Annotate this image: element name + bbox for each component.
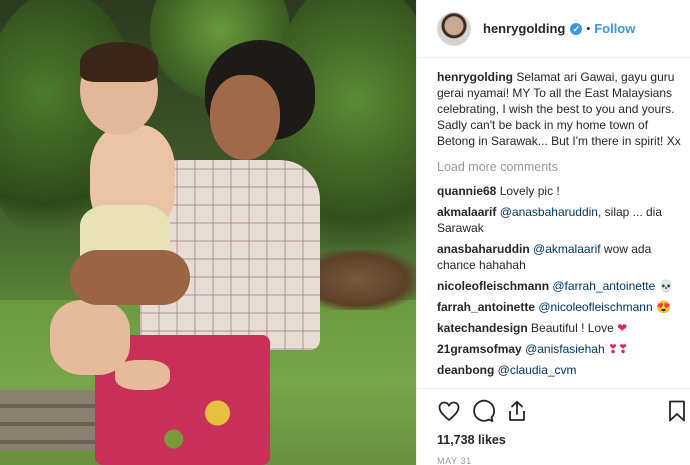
photo-baby-hair (80, 42, 158, 82)
photo-woman-face (210, 75, 280, 160)
photo-baby-foot (115, 360, 170, 390)
comment-mention[interactable]: @anasbaharuddin (500, 205, 598, 219)
likes-count[interactable]: 11,738 likes (437, 433, 677, 447)
comment-item: 21gramsofmay @anisfasiehah ❣❣ (437, 341, 681, 357)
post-header: henrygolding ✓ • Follow (417, 0, 690, 58)
action-icon-row (431, 395, 685, 429)
verified-badge-icon: ✓ (570, 22, 583, 35)
comment-bubble-icon[interactable] (471, 399, 495, 423)
comment-author[interactable]: 21gramsofmay (437, 342, 522, 356)
heart-icon[interactable] (437, 399, 461, 423)
red-heart-emoji-icon: ❤ (617, 321, 628, 335)
comment-author[interactable]: deanbong (437, 363, 494, 377)
comment-author[interactable]: katechandesign (437, 321, 528, 335)
heart-exclamation-emoji-icon: ❣❣ (607, 342, 629, 356)
comment-mention[interactable]: @akmalaarif (533, 242, 601, 256)
comment-item: nicoleofleischmann @farrah_antoinette 💀 (437, 278, 681, 294)
comment-author[interactable]: farrah_antoinette (437, 300, 535, 314)
share-icon[interactable] (505, 399, 529, 423)
post-date: MAY 31 (437, 456, 472, 465)
comment-item: farrah_antoinette @nicoleofleischmann 😍 (437, 299, 681, 315)
load-more-comments-button[interactable]: Load more comments (437, 159, 681, 175)
comments-section: henrygolding Selamat ari Gawai, gayu gur… (437, 69, 681, 383)
follow-button[interactable]: Follow (594, 21, 635, 36)
comment-item: katechandesign Beautiful ! Love ❤ (437, 320, 681, 336)
post-photo[interactable] (0, 0, 416, 465)
comment-mention[interactable]: @nicoleofleischmann (538, 300, 652, 314)
post-caption: henrygolding Selamat ari Gawai, gayu gur… (437, 69, 681, 149)
comment-mention[interactable]: @claudia_cvm (498, 363, 577, 377)
comment-author[interactable]: anasbaharuddin (437, 242, 530, 256)
comment-author[interactable]: akmalaarif (437, 205, 496, 219)
photo-boards (0, 390, 110, 450)
photo-woman-arm (70, 250, 190, 305)
comment-item: anasbaharuddin @akmalaarif wow ada chanc… (437, 241, 681, 273)
skull-emoji-icon: 💀 (658, 279, 674, 293)
separator-dot: • (586, 22, 591, 35)
caption-author[interactable]: henrygolding (437, 70, 513, 84)
comment-text: Beautiful ! Love (531, 321, 614, 335)
heart-eyes-emoji-icon: 😍 (655, 300, 671, 314)
photo-baby-leg (50, 300, 130, 375)
comment-mention[interactable]: @farrah_antoinette (552, 279, 655, 293)
comment-author[interactable]: nicoleofleischmann (437, 279, 549, 293)
post-actions: 11,738 likes MAY 31 (417, 388, 690, 465)
post-side-panel: henrygolding ✓ • Follow henrygolding Sel… (416, 0, 690, 465)
comment-item: deanbong @claudia_cvm (437, 362, 681, 378)
post-username[interactable]: henrygolding (483, 21, 565, 36)
bookmark-icon[interactable] (665, 399, 689, 423)
comment-author[interactable]: quannie68 (437, 184, 496, 198)
comment-item: quannie68 Lovely pic ! (437, 183, 681, 199)
comment-mention[interactable]: @anisfasiehah (525, 342, 605, 356)
comment-item: akmalaarif @anasbaharuddin, silap ... di… (437, 204, 681, 236)
comment-text: Lovely pic ! (499, 184, 560, 198)
avatar[interactable] (437, 11, 471, 46)
